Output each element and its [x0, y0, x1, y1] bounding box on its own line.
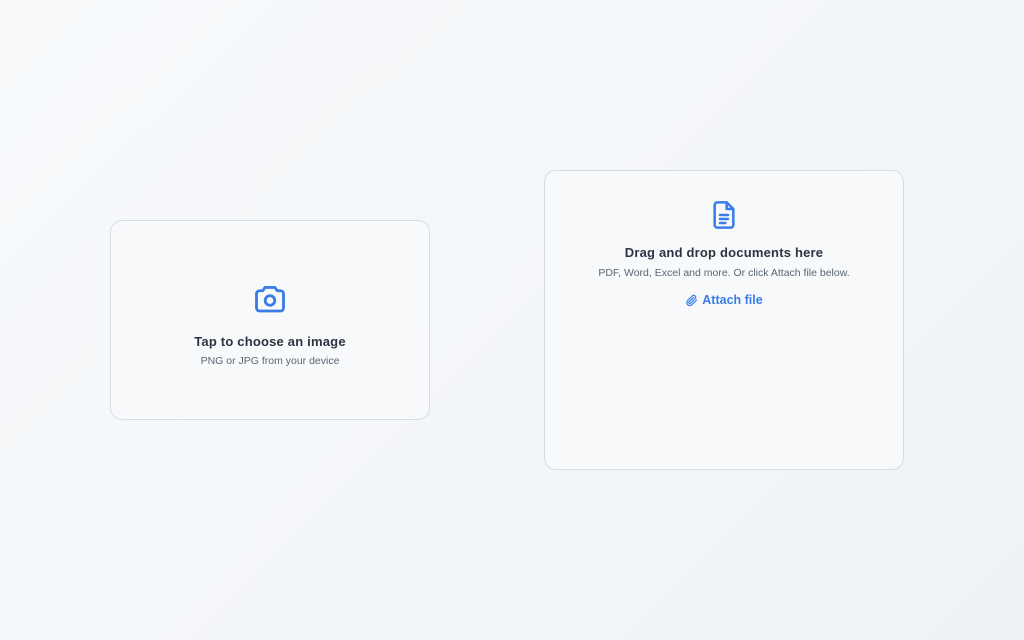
image-picker-subtitle: PNG or JPG from your device	[200, 355, 340, 367]
attach-file-button[interactable]: Attach file	[681, 291, 766, 309]
dropzone-subtitle: PDF, Word, Excel and more. Or click Atta…	[598, 267, 850, 279]
dropzone-title: Drag and drop documents here	[624, 245, 824, 260]
camera-icon	[252, 281, 288, 317]
document-dropzone[interactable]: Drag and drop documents here PDF, Word, …	[544, 170, 904, 470]
document-icon	[708, 199, 740, 231]
paperclip-icon	[685, 294, 698, 307]
image-picker-card[interactable]: Tap to choose an image PNG or JPG from y…	[110, 220, 430, 420]
image-picker-title: Tap to choose an image	[194, 334, 346, 349]
attach-file-label: Attach file	[702, 293, 763, 307]
